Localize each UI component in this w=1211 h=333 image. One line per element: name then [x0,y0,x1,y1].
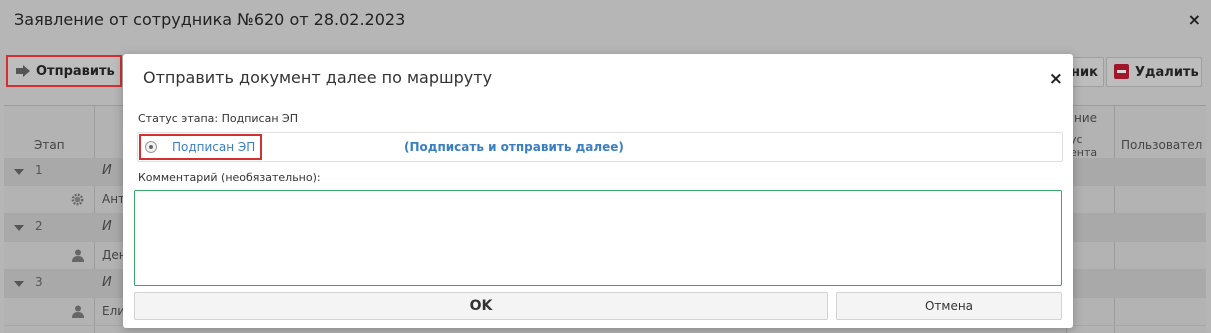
dialog-title: Отправить документ далее по маршруту [143,68,493,87]
header-user-partial: Пользовател [1121,138,1203,152]
cancel-button[interactable]: Отмена [836,292,1062,320]
stage-text: И [102,275,112,290]
send-button-label: Отправить [36,64,115,79]
person-icon [72,249,84,262]
header-stage: Этап [34,138,65,152]
stage-number: 1 [35,163,43,177]
send-document-dialog: Отправить документ далее по маршруту × С… [123,54,1073,328]
option-label[interactable]: Подписан ЭП [172,140,255,154]
chevron-down-icon[interactable] [14,225,24,231]
chevron-down-icon[interactable] [14,281,24,287]
option-action[interactable]: (Подписать и отправить далее) [404,140,624,154]
ok-button[interactable]: OK [134,292,828,320]
minus-icon [1114,64,1129,79]
window-title: Заявление от сотрудника №620 от 28.02.20… [14,10,406,29]
send-button[interactable]: Отправить [6,55,122,87]
stage-text: И [102,219,112,234]
assignee-name: Ант [102,192,126,206]
comment-label: Комментарий (необязательно): [138,171,321,184]
gear-icon [71,193,84,206]
route-option[interactable]: Подписан ЭП (Подписать и отправить далее… [137,132,1063,162]
assignee-name: Ели [102,304,126,318]
stage-status-label: Статус этапа: Подписан ЭП [138,112,298,125]
delete-button[interactable]: Удалить [1106,57,1202,87]
header-group-partial: ние [1074,111,1098,125]
stage-text: И [102,163,112,178]
chevron-down-icon[interactable] [14,169,24,175]
comment-field[interactable] [134,190,1062,286]
toolbar-button-partial-label: ник [1071,65,1098,80]
close-icon[interactable]: × [1049,69,1063,89]
stage-number: 3 [35,275,43,289]
person-icon [72,305,84,318]
stage-number: 2 [35,219,43,233]
option-radio[interactable] [145,141,157,153]
arrow-right-icon [16,65,30,77]
window-close-icon[interactable]: × [1188,10,1201,29]
delete-button-label: Удалить [1135,65,1199,80]
